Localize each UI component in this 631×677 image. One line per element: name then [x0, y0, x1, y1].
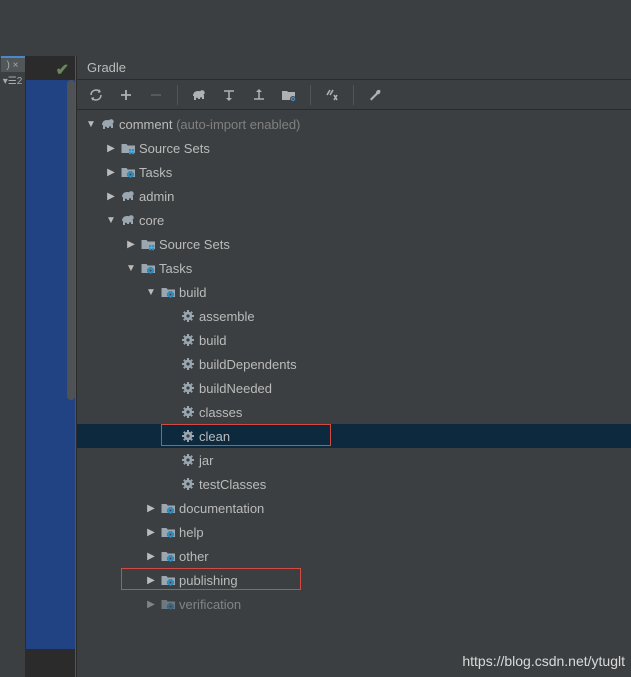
refresh-button[interactable]	[83, 83, 109, 107]
toggle-offline-button[interactable]	[319, 83, 345, 107]
task-classes[interactable]: ▶ classes	[77, 400, 631, 424]
tree-root-comment[interactable]: ▼ comment (auto-import enabled)	[77, 112, 631, 136]
chevron-right-icon[interactable]: ▶	[103, 143, 119, 154]
folder-cog-icon	[119, 163, 137, 181]
node-admin[interactable]: ▶ admin	[77, 184, 631, 208]
folder-cog-icon	[159, 283, 177, 301]
remove-button	[143, 83, 169, 107]
chevron-down-icon[interactable]: ▼	[123, 263, 139, 274]
chevron-down-icon[interactable]: ▼	[103, 215, 119, 226]
task-assemble[interactable]: ▶ assemble	[77, 304, 631, 328]
watermark-text: https://blog.csdn.net/ytuglt	[462, 653, 625, 669]
elephant-icon	[99, 115, 117, 133]
node-core[interactable]: ▼ core	[77, 208, 631, 232]
task-build-needed[interactable]: ▶ buildNeeded	[77, 376, 631, 400]
folder-cog-icon	[159, 571, 177, 589]
folder-cog-icon	[159, 499, 177, 517]
gear-icon	[179, 475, 197, 493]
gear-icon	[179, 403, 197, 421]
node-tasks[interactable]: ▶ Tasks	[77, 160, 631, 184]
node-core-source-sets[interactable]: ▶ Source Sets	[77, 232, 631, 256]
node-other[interactable]: ▶ other	[77, 544, 631, 568]
folder-grid-icon	[139, 235, 157, 253]
node-core-tasks[interactable]: ▼ Tasks	[77, 256, 631, 280]
chevron-down-icon[interactable]: ▼	[83, 119, 99, 130]
folder-cog-icon	[159, 595, 177, 613]
folder-cog-icon	[139, 259, 157, 277]
pass-mark-icon: ✔	[56, 60, 69, 80]
left-tool-strip: ) × ▾☰2	[0, 56, 26, 677]
tree-root-annotation: (auto-import enabled)	[176, 117, 300, 132]
gradle-panel: Gradle ▼ comment (auto-import enabled)	[76, 56, 631, 677]
left-tab-close[interactable]: ) ×	[1, 56, 25, 72]
gear-icon	[179, 307, 197, 325]
node-build-group[interactable]: ▼ build	[77, 280, 631, 304]
chevron-right-icon[interactable]: ▶	[143, 575, 159, 586]
task-clean[interactable]: ▶ clean	[77, 424, 631, 448]
expand-all-button[interactable]	[216, 83, 242, 107]
chevron-right-icon[interactable]: ▶	[143, 527, 159, 538]
task-test-classes[interactable]: ▶ testClasses	[77, 472, 631, 496]
gear-icon	[179, 427, 197, 445]
editor-gutter: ✔	[26, 56, 76, 677]
chevron-down-icon[interactable]: ▼	[143, 287, 159, 298]
add-button[interactable]	[113, 83, 139, 107]
left-tab-structure[interactable]: ▾☰2	[3, 76, 23, 87]
gradle-toolbar	[77, 80, 631, 110]
show-settings-button[interactable]	[276, 83, 302, 107]
elephant-icon	[119, 187, 137, 205]
chevron-right-icon[interactable]: ▶	[143, 551, 159, 562]
tree-root-label: comment	[119, 117, 172, 132]
execute-task-button[interactable]	[186, 83, 212, 107]
folder-cog-icon	[159, 523, 177, 541]
folder-grid-icon	[119, 139, 137, 157]
node-source-sets[interactable]: ▶ Source Sets	[77, 136, 631, 160]
gear-icon	[179, 451, 197, 469]
gradle-settings-button[interactable]	[362, 83, 388, 107]
gear-icon	[179, 331, 197, 349]
editor-scroll-thumb[interactable]	[67, 80, 75, 400]
chevron-right-icon[interactable]: ▶	[103, 191, 119, 202]
chevron-right-icon[interactable]: ▶	[143, 503, 159, 514]
node-documentation[interactable]: ▶ documentation	[77, 496, 631, 520]
gradle-tree[interactable]: ▼ comment (auto-import enabled) ▶ Source…	[77, 110, 631, 677]
gear-icon	[179, 355, 197, 373]
elephant-icon	[119, 211, 137, 229]
folder-cog-icon	[159, 547, 177, 565]
node-publishing[interactable]: ▶ publishing	[77, 568, 631, 592]
task-jar[interactable]: ▶ jar	[77, 448, 631, 472]
task-build[interactable]: ▶ build	[77, 328, 631, 352]
node-help[interactable]: ▶ help	[77, 520, 631, 544]
gear-icon	[179, 379, 197, 397]
panel-title-text: Gradle	[87, 60, 126, 75]
chevron-right-icon[interactable]: ▶	[143, 599, 159, 610]
collapse-all-button[interactable]	[246, 83, 272, 107]
node-verification[interactable]: ▶ verification	[77, 592, 631, 616]
chevron-right-icon[interactable]: ▶	[123, 239, 139, 250]
panel-title: Gradle	[77, 56, 631, 80]
task-build-dependents[interactable]: ▶ buildDependents	[77, 352, 631, 376]
chevron-right-icon[interactable]: ▶	[103, 167, 119, 178]
